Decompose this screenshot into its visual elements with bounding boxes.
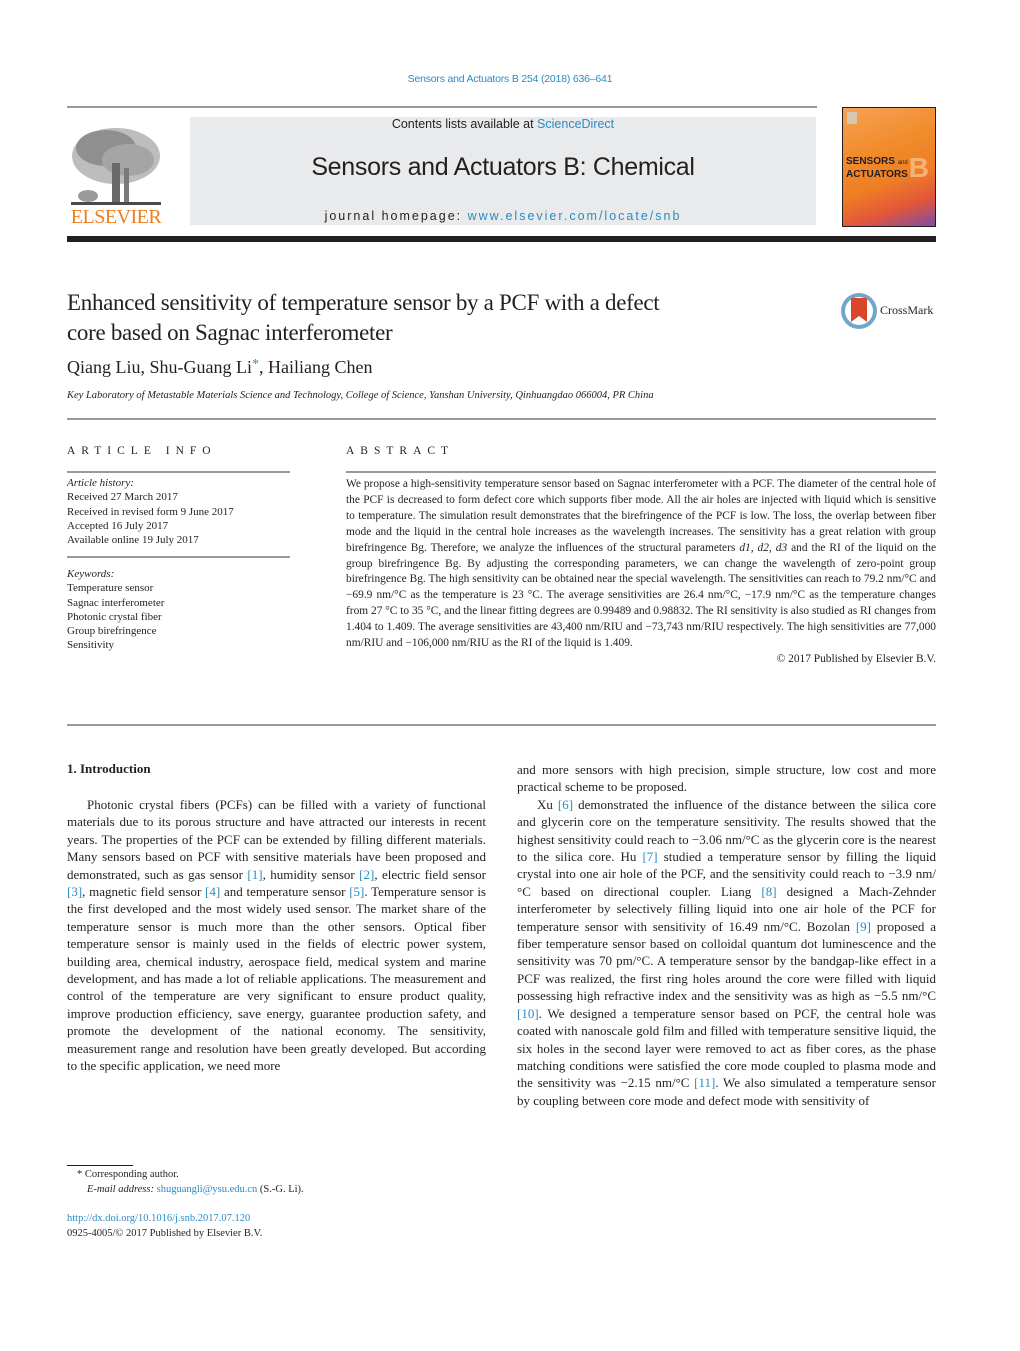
email-label: E-mail address:: [87, 1184, 154, 1195]
reference-link-4[interactable]: [4]: [205, 884, 220, 899]
doi-link[interactable]: http://dx.doi.org/10.1016/j.snb.2017.07.…: [67, 1213, 250, 1224]
cover-title-and: and: [897, 160, 908, 166]
contents-line: Contents lists available at ScienceDirec…: [190, 117, 816, 131]
elsevier-wordmark[interactable]: ELSEVIER: [66, 206, 166, 229]
sciencedirect-link[interactable]: ScienceDirect: [537, 117, 614, 131]
footnote-rule: [67, 1165, 133, 1166]
email-suffix: (S.-G. Li).: [257, 1184, 304, 1195]
reference-link-7[interactable]: [7]: [642, 849, 657, 864]
history-item: Received 27 March 2017: [67, 491, 178, 504]
cover-title-line2: ACTUATORS: [846, 169, 908, 180]
crossmark-icon: [841, 293, 877, 329]
reference-link-9[interactable]: [9]: [856, 919, 871, 934]
abstract-bottom-rule: [67, 724, 936, 726]
cover-emblem-icon: [847, 112, 857, 124]
reference-link-2[interactable]: [2]: [359, 867, 374, 882]
cover-title: SENSORS and ACTUATORS: [846, 156, 908, 180]
keyword-item: Temperature sensor: [67, 582, 154, 595]
contents-prefix: Contents lists available at: [391, 117, 538, 131]
text-run: and temperature sensor: [220, 884, 350, 900]
corresponding-author-marker[interactable]: *: [252, 357, 259, 372]
text-run: . Temperature sensor is the first develo…: [67, 884, 486, 1074]
header-bottom-rule: [67, 236, 936, 242]
keyword-item: Sagnac interferometer: [67, 596, 165, 609]
author-list: Qiang Liu, Shu-Guang Li*, Hailiang Chen: [67, 357, 372, 378]
article-history: Article history: Received 27 March 2017 …: [67, 476, 290, 547]
reference-link-3[interactable]: [3]: [67, 884, 82, 899]
keyword-item: Photonic crystal fiber: [67, 610, 162, 623]
journal-title: Sensors and Actuators B: Chemical: [311, 153, 695, 181]
homepage-prefix: journal homepage:: [324, 209, 468, 223]
authors-first: Qiang Liu, Shu-Guang Li: [67, 357, 252, 377]
reference-link-10[interactable]: [10]: [517, 1006, 539, 1021]
abstract-text: We propose a high-sensitivity temperatur…: [346, 477, 936, 668]
reference-link-8[interactable]: [8]: [761, 884, 776, 899]
keywords-rule: [67, 556, 290, 558]
issn-copyright: 0925-4005/© 2017 Published by Elsevier B…: [67, 1228, 263, 1239]
abstract-structural-params: d1, d2, d3: [739, 541, 788, 554]
abstract-copyright: © 2017 Published by Elsevier B.V.: [776, 652, 936, 665]
abstract-rule: [346, 471, 936, 473]
email-link[interactable]: shuguangli@ysu.edu.cn: [157, 1184, 258, 1195]
keywords-label: Keywords:: [67, 568, 115, 580]
keyword-item: Sensitivity: [67, 639, 115, 652]
reference-link-6[interactable]: [6]: [558, 797, 573, 812]
body-column-left: Photonic crystal fibers (PCFs) can be fi…: [67, 796, 486, 1075]
cover-title-line1: SENSORS: [846, 156, 895, 167]
history-item: Accepted 16 July 2017: [67, 519, 169, 532]
article-info-rule: [67, 471, 290, 473]
text-run: , humidity sensor: [262, 866, 360, 882]
history-item: Received in revised form 9 June 2017: [67, 505, 234, 518]
section-title-introduction: 1. Introduction: [67, 761, 151, 776]
journal-masthead: Contents lists available at ScienceDirec…: [190, 117, 816, 225]
affiliation-rule: [67, 418, 936, 420]
header-top-rule: [67, 106, 817, 108]
article-title-line1: Enhanced sensitivity of temperature sens…: [67, 290, 660, 315]
text-run: Xu: [537, 796, 558, 812]
cover-section-letter: B: [908, 152, 929, 183]
intro-paragraph-1: Photonic crystal fibers (PCFs) can be fi…: [67, 796, 486, 1075]
intro-paragraph-1-continued: and more sensors with high precision, si…: [517, 762, 936, 795]
history-item: Available online 19 July 2017: [67, 534, 199, 547]
article-history-label: Article history:: [67, 477, 134, 489]
affiliation: Key Laboratory of Metastable Materials S…: [67, 390, 654, 401]
text-run: , electric field sensor: [374, 866, 486, 882]
intro-paragraph-2: Xu [6] demonstrated the influence of the…: [517, 796, 936, 1109]
crossmark-label: CrossMark: [880, 303, 934, 317]
journal-homepage-link[interactable]: www.elsevier.com/locate/snb: [468, 209, 682, 223]
article-title: Enhanced sensitivity of temperature sens…: [67, 288, 787, 348]
homepage-line: journal homepage: www.elsevier.com/locat…: [190, 209, 816, 223]
keyword-item: Group birefringence: [67, 625, 157, 638]
body-column-right: and more sensors with high precision, si…: [517, 761, 936, 1109]
corresponding-author-text: Corresponding author.: [82, 1169, 179, 1180]
text-run: , magnetic field sensor: [82, 884, 206, 900]
reference-link-1[interactable]: [1]: [247, 867, 262, 882]
crossmark-badge[interactable]: CrossMark: [840, 292, 940, 332]
article-title-line2: core based on Sagnac interferometer: [67, 320, 393, 345]
corresponding-author-footnote: * Corresponding author. E-mail address: …: [67, 1167, 304, 1197]
authors-last: , Hailiang Chen: [258, 357, 373, 377]
abstract-part-b: and the RI of the liquid on the group bi…: [346, 541, 937, 650]
reference-link-5[interactable]: [5]: [349, 884, 364, 899]
abstract-heading: ABSTRACT: [346, 445, 455, 457]
journal-cover-thumbnail[interactable]: SENSORS and ACTUATORS B: [842, 107, 936, 227]
doi-block: http://dx.doi.org/10.1016/j.snb.2017.07.…: [67, 1211, 262, 1241]
reference-link-11[interactable]: [11]: [694, 1075, 715, 1090]
journal-citation[interactable]: Sensors and Actuators B 254 (2018) 636–6…: [0, 73, 1020, 85]
keywords: Keywords: Temperature sensor Sagnac inte…: [67, 567, 290, 653]
article-info-heading: ARTICLE INFO: [67, 445, 217, 457]
